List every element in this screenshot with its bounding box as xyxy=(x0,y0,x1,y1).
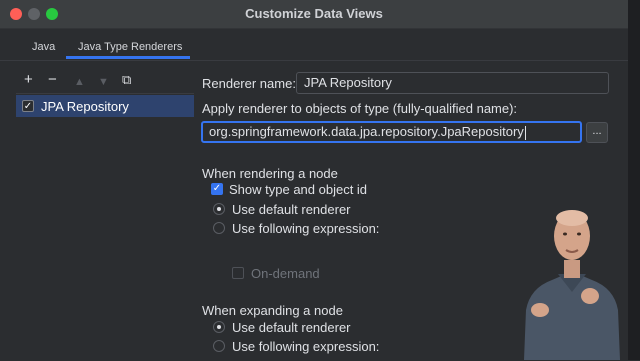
expanding-expression-radio[interactable] xyxy=(213,340,225,352)
show-type-checkbox[interactable]: ✓ xyxy=(211,183,223,195)
expanding-default-label: Use default renderer xyxy=(232,320,351,335)
list-item[interactable]: ✓ JPA Repository xyxy=(16,95,194,117)
move-up-icon[interactable]: ▲ xyxy=(74,75,85,90)
rendering-expression-label: Use following expression: xyxy=(232,221,380,236)
apply-type-field[interactable]: org.springframework.data.jpa.repository.… xyxy=(201,121,582,143)
apply-type-value: org.springframework.data.jpa.repository.… xyxy=(209,124,524,139)
renderers-panel: + − ▲ ▼ ⧉ ✓ JPA Repository xyxy=(16,68,194,360)
when-rendering-title: When rendering a node xyxy=(202,166,338,181)
renderer-enabled-checkbox[interactable]: ✓ xyxy=(22,100,34,112)
tab-java-type-renderers[interactable]: Java Type Renderers xyxy=(78,41,182,53)
expanding-expression-label: Use following expression: xyxy=(232,339,380,354)
renderer-name-value: JPA Repository xyxy=(304,75,392,90)
renderers-list: ✓ JPA Repository xyxy=(16,93,194,361)
renderer-name-label: Renderer name: xyxy=(202,76,296,91)
remove-icon[interactable]: − xyxy=(48,72,57,87)
add-icon[interactable]: + xyxy=(24,72,33,87)
presenter-video-overlay xyxy=(524,210,620,360)
on-demand-label: On-demand xyxy=(251,266,320,281)
background-editor-edge xyxy=(628,0,640,360)
expanding-default-radio[interactable] xyxy=(213,321,225,333)
apply-type-label: Apply renderer to objects of type (fully… xyxy=(202,101,518,116)
rendering-default-radio[interactable] xyxy=(213,203,225,215)
window-title: Customize Data Views xyxy=(245,6,383,21)
when-expanding-title: When expanding a node xyxy=(202,303,343,318)
text-caret xyxy=(524,125,526,140)
copy-icon[interactable]: ⧉ xyxy=(122,72,131,87)
renderer-label: JPA Repository xyxy=(41,99,129,114)
on-demand-checkbox[interactable] xyxy=(232,267,244,279)
browse-button[interactable]: ... xyxy=(586,122,608,143)
title-bar: Customize Data Views xyxy=(0,0,628,29)
tab-java[interactable]: Java xyxy=(32,41,55,53)
rendering-default-label: Use default renderer xyxy=(232,202,351,217)
renderer-name-field[interactable]: JPA Repository xyxy=(296,72,609,94)
rendering-expression-radio[interactable] xyxy=(213,222,225,234)
show-type-label: Show type and object id xyxy=(229,182,368,197)
selected-tab-indicator xyxy=(66,56,190,59)
move-down-icon[interactable]: ▼ xyxy=(98,75,109,90)
